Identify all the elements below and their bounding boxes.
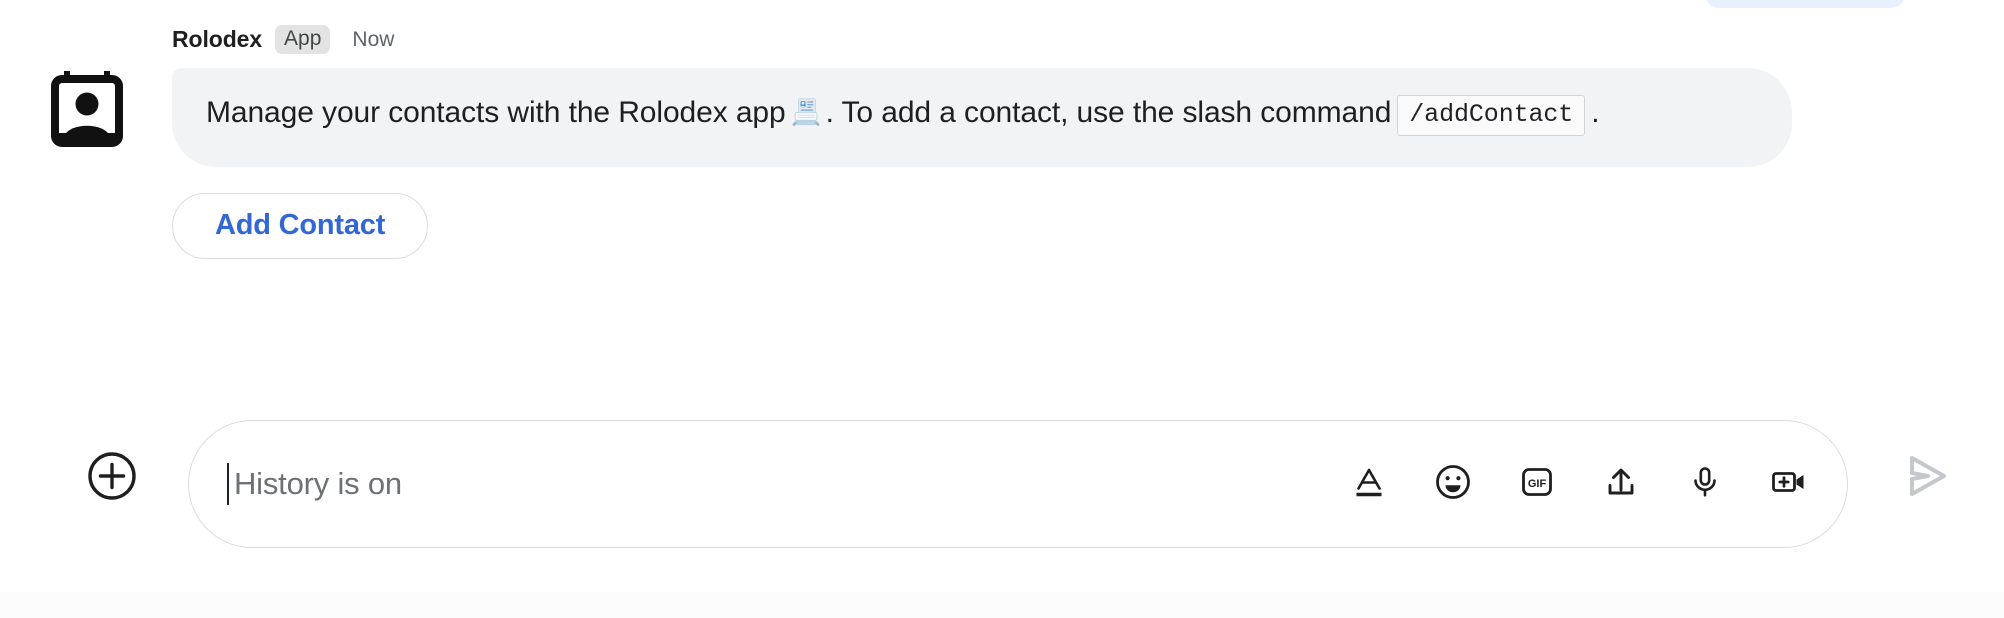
add-video-icon	[1768, 462, 1810, 507]
microphone-icon	[1685, 462, 1725, 507]
gif-button[interactable]: GIF	[1515, 462, 1559, 506]
send-icon	[1898, 448, 1954, 509]
gif-icon: GIF	[1517, 462, 1557, 507]
message-text-part2: . To add a contact, use the slash comman…	[825, 96, 1392, 129]
upload-icon	[1601, 462, 1641, 507]
card-index-emoji	[789, 94, 823, 141]
message-input-placeholder: History is on	[234, 466, 402, 501]
app-badge: App	[275, 24, 331, 54]
add-contact-button[interactable]: Add Contact	[172, 192, 429, 259]
message-text-part1: Manage your contacts with the Rolodex ap…	[206, 96, 786, 129]
sender-name: Rolodex	[172, 25, 263, 52]
add-attachment-button[interactable]	[86, 450, 138, 507]
message-column: Rolodex App Now Manage your contacts wit…	[172, 22, 1812, 259]
format-text-icon	[1350, 463, 1388, 506]
message-bubble: Manage your contacts with the Rolodex ap…	[172, 68, 1792, 167]
emoji-icon	[1433, 462, 1473, 507]
message-text-part3: .	[1591, 96, 1600, 129]
slash-command-chip: /addContact	[1397, 95, 1586, 136]
text-cursor	[227, 463, 229, 505]
svg-text:GIF: GIF	[1528, 478, 1547, 490]
bottom-strip	[0, 592, 2004, 618]
emoji-button[interactable]	[1431, 462, 1475, 506]
format-text-button[interactable]	[1347, 462, 1391, 506]
contact-card-person-icon	[51, 71, 123, 147]
plus-icon	[86, 450, 138, 507]
message-timestamp: Now	[352, 27, 395, 51]
message-header: Rolodex App Now	[172, 22, 1812, 56]
upload-button[interactable]	[1599, 462, 1643, 506]
add-video-button[interactable]	[1767, 462, 1811, 506]
microphone-button[interactable]	[1683, 462, 1727, 506]
message-input-container[interactable]: History is on GIF	[188, 420, 1848, 548]
send-button[interactable]	[1896, 448, 1956, 508]
message-composer: History is on GIF	[0, 408, 2004, 548]
previous-message-bubble-sliver	[1705, 0, 1905, 8]
avatar	[48, 70, 126, 148]
chat-screen: Rolodex App Now Manage your contacts wit…	[0, 0, 2004, 618]
message-actions: Add Contact	[172, 192, 1812, 259]
message-text: Manage your contacts with the Rolodex ap…	[206, 92, 1752, 141]
composer-toolbar: GIF	[1347, 421, 1811, 547]
message-input-field[interactable]: History is on	[227, 421, 402, 547]
